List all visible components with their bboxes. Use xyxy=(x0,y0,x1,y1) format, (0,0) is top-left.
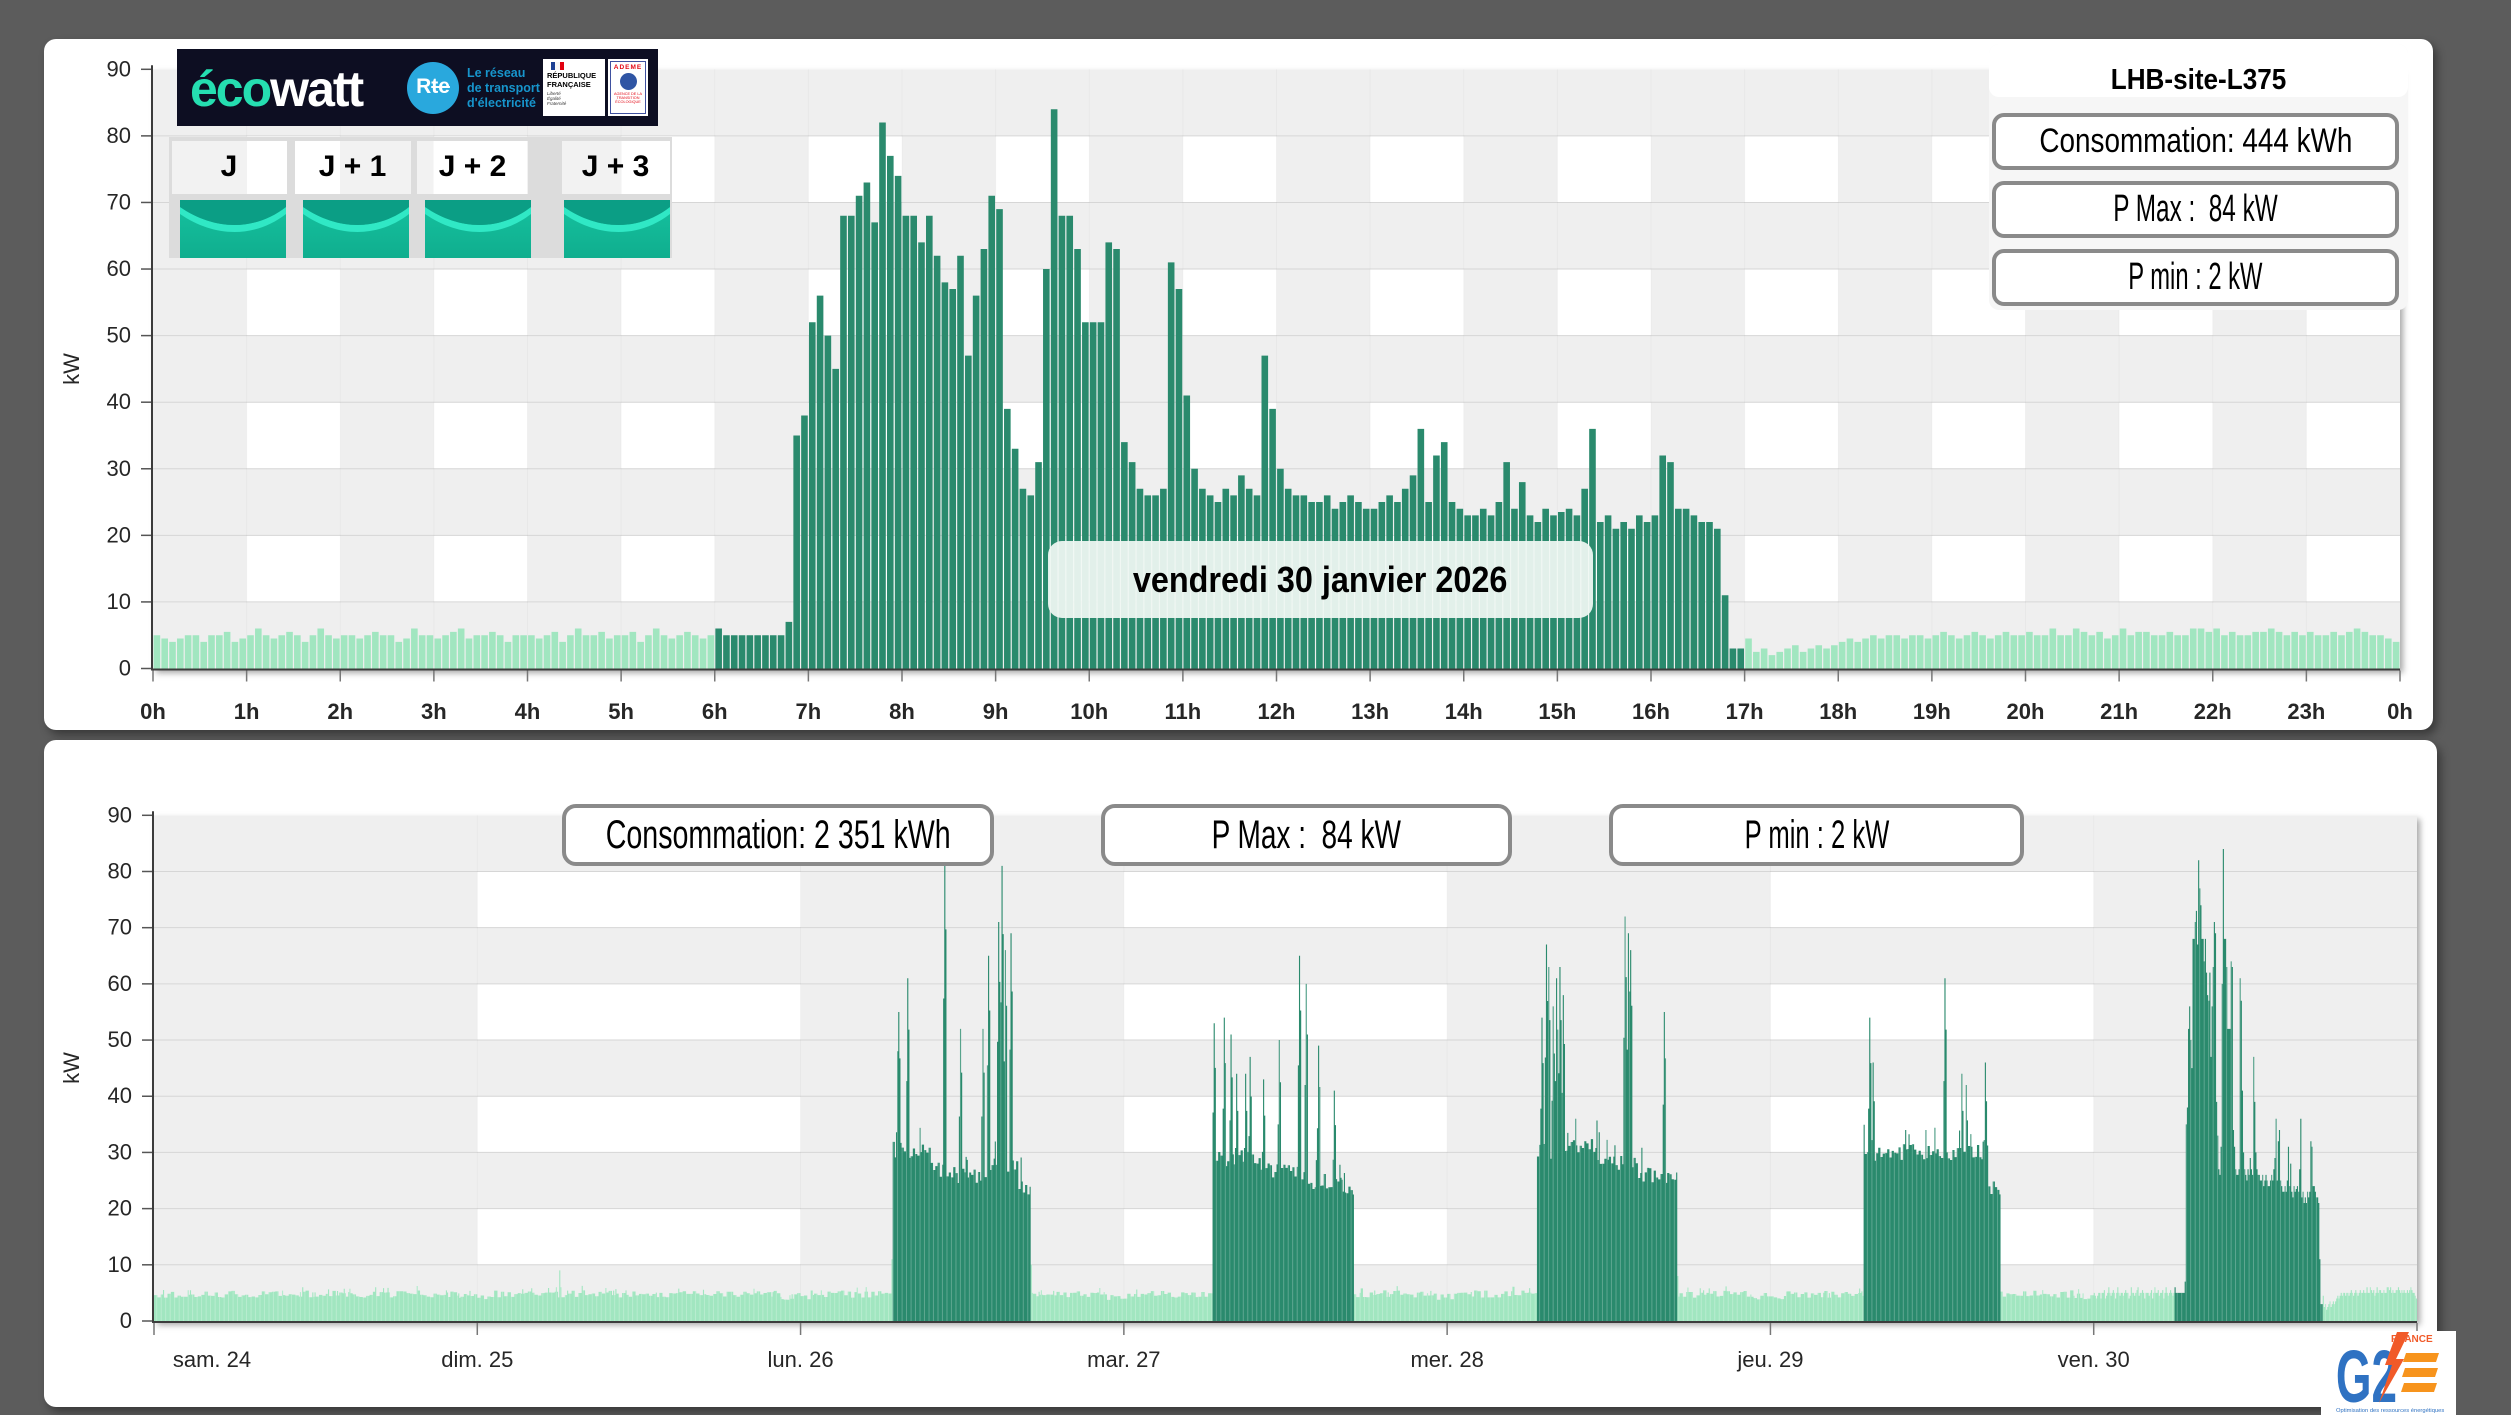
svg-text:2h: 2h xyxy=(327,699,353,724)
svg-text:0: 0 xyxy=(120,1308,132,1333)
svg-text:10: 10 xyxy=(108,1252,132,1277)
svg-text:23h: 23h xyxy=(2287,699,2325,724)
svg-text:60: 60 xyxy=(107,256,131,281)
svg-text:12h: 12h xyxy=(1258,699,1296,724)
svg-text:G2: G2 xyxy=(2336,1336,2397,1415)
svg-text:5h: 5h xyxy=(608,699,634,724)
svg-text:15h: 15h xyxy=(1538,699,1576,724)
svg-text:20h: 20h xyxy=(2007,699,2045,724)
svg-text:14h: 14h xyxy=(1445,699,1483,724)
svg-text:8h: 8h xyxy=(889,699,915,724)
svg-text:4h: 4h xyxy=(515,699,541,724)
svg-text:FRANCE: FRANCE xyxy=(2391,1334,2433,1345)
svg-text:10h: 10h xyxy=(1070,699,1108,724)
svg-text:Optimisation des ressources én: Optimisation des ressources énergétiques xyxy=(2336,1408,2444,1414)
svg-text:90: 90 xyxy=(108,802,132,827)
svg-text:17h: 17h xyxy=(1726,699,1764,724)
svg-text:ven. 30: ven. 30 xyxy=(2058,1347,2130,1372)
svg-text:mar. 27: mar. 27 xyxy=(1087,1347,1160,1372)
svg-text:lun. 26: lun. 26 xyxy=(768,1347,834,1372)
svg-text:80: 80 xyxy=(107,123,131,148)
svg-text:10: 10 xyxy=(107,589,131,614)
svg-text:1h: 1h xyxy=(234,699,260,724)
svg-text:0h: 0h xyxy=(140,699,166,724)
svg-text:11h: 11h xyxy=(1165,699,1202,724)
svg-text:mer. 28: mer. 28 xyxy=(1410,1347,1483,1372)
svg-text:3h: 3h xyxy=(421,699,447,724)
svg-text:kW: kW xyxy=(59,1052,84,1084)
svg-text:40: 40 xyxy=(108,1083,132,1108)
svg-text:dim. 25: dim. 25 xyxy=(441,1347,513,1372)
svg-text:21h: 21h xyxy=(2100,699,2138,724)
svg-text:kW: kW xyxy=(59,353,84,385)
svg-text:0h: 0h xyxy=(2387,699,2413,724)
svg-text:jeu. 29: jeu. 29 xyxy=(1736,1347,1803,1372)
svg-text:90: 90 xyxy=(107,56,131,81)
svg-text:18h: 18h xyxy=(1819,699,1857,724)
svg-text:19h: 19h xyxy=(1913,699,1951,724)
svg-text:20: 20 xyxy=(108,1196,132,1221)
svg-text:80: 80 xyxy=(108,858,132,883)
svg-text:30: 30 xyxy=(107,456,131,481)
svg-text:16h: 16h xyxy=(1632,699,1670,724)
svg-text:20: 20 xyxy=(107,522,131,547)
svg-text:7h: 7h xyxy=(796,699,822,724)
svg-text:40: 40 xyxy=(107,389,131,414)
svg-text:30: 30 xyxy=(108,1139,132,1164)
svg-text:50: 50 xyxy=(108,1027,132,1052)
svg-text:22h: 22h xyxy=(2194,699,2232,724)
svg-text:6h: 6h xyxy=(702,699,728,724)
svg-text:60: 60 xyxy=(108,971,132,996)
svg-text:70: 70 xyxy=(107,189,131,214)
svg-text:13h: 13h xyxy=(1351,699,1389,724)
svg-text:70: 70 xyxy=(108,915,132,940)
svg-text:9h: 9h xyxy=(983,699,1009,724)
svg-text:0: 0 xyxy=(119,656,131,681)
svg-text:50: 50 xyxy=(107,323,131,348)
svg-text:sam. 24: sam. 24 xyxy=(173,1347,251,1372)
